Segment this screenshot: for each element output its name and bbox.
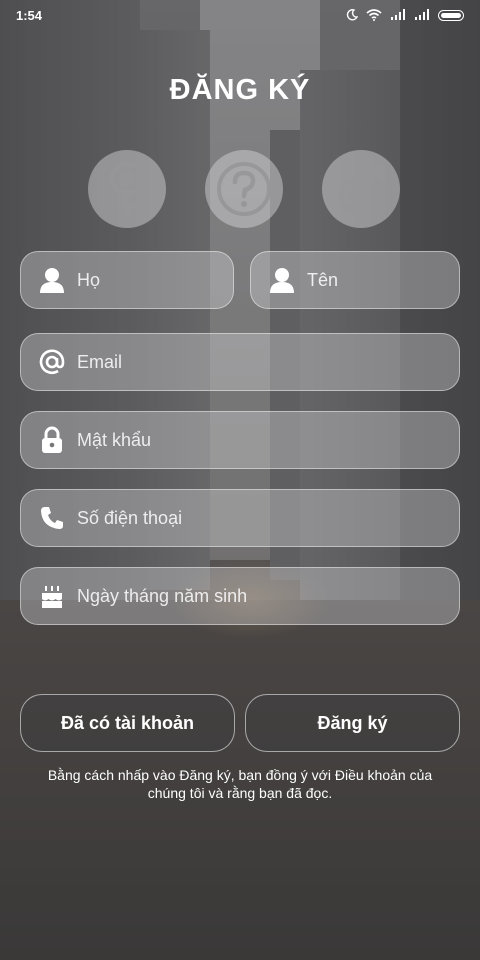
terms-text: Bằng cách nhấp vào Đăng ký, bạn đồng ý v… — [47, 767, 433, 801]
first-name-placeholder: Tên — [307, 269, 339, 290]
background-overlay — [0, 0, 480, 960]
question-mark-icon — [217, 162, 271, 216]
female-symbol-icon — [109, 161, 145, 215]
moon-icon — [346, 9, 358, 21]
at-icon — [37, 347, 67, 377]
gender-female-button[interactable] — [88, 150, 166, 228]
status-icons — [346, 9, 464, 21]
phone-field[interactable]: Số điện thoại — [20, 489, 460, 547]
last-name-field[interactable]: Họ — [20, 251, 234, 309]
lock-icon — [37, 425, 67, 455]
email-placeholder: Email — [77, 351, 123, 372]
status-time: 1:54 — [16, 7, 43, 23]
gender-male-button[interactable] — [322, 150, 400, 228]
first-name-field[interactable]: Tên — [250, 251, 460, 309]
last-name-placeholder: Họ — [77, 269, 101, 290]
person-icon — [267, 265, 297, 295]
person-icon — [37, 265, 67, 295]
wifi-icon — [366, 9, 382, 21]
email-field[interactable]: Email — [20, 333, 460, 391]
cake-icon — [37, 581, 67, 611]
birthday-field[interactable]: Ngày tháng năm sinh — [20, 567, 460, 625]
male-symbol-icon — [338, 165, 385, 212]
signal-icon-2 — [415, 9, 429, 20]
battery-icon — [438, 9, 464, 21]
status-bar: 1:54 — [0, 0, 480, 30]
gender-unknown-button[interactable] — [205, 150, 283, 228]
password-field[interactable]: Mật khẩu — [20, 411, 460, 469]
page-title: ĐĂNG KÝ — [169, 74, 311, 106]
phone-placeholder: Số điện thoại — [77, 507, 183, 528]
signal-icon — [391, 9, 405, 20]
register-button[interactable]: Đăng ký — [245, 694, 460, 752]
birthday-placeholder: Ngày tháng năm sinh — [77, 585, 248, 606]
password-placeholder: Mật khẩu — [77, 429, 152, 450]
phone-icon — [37, 503, 67, 533]
have-account-button[interactable]: Đã có tài khoản — [20, 694, 235, 752]
